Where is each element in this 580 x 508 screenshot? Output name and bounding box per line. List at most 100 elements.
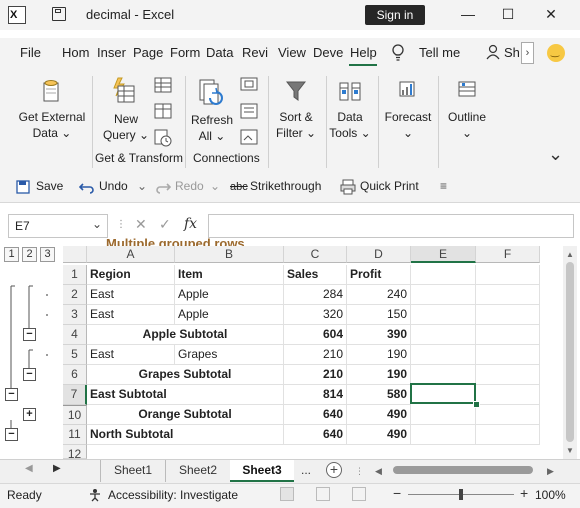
cell-d6[interactable]: 190 xyxy=(347,365,411,385)
page-layout-view-icon[interactable] xyxy=(316,487,330,501)
close-button[interactable]: ✕ xyxy=(541,4,561,24)
enter-formula-icon[interactable]: ✓ xyxy=(159,216,171,233)
cell-c1[interactable]: Sales xyxy=(284,265,347,285)
edit-links-icon[interactable] xyxy=(240,129,258,145)
cell-f10[interactable] xyxy=(476,405,540,425)
outline-level-3-button[interactable]: 3 xyxy=(40,247,55,262)
save-disk-icon[interactable] xyxy=(52,7,66,21)
save-button[interactable]: Save xyxy=(36,179,63,193)
strikethrough-button[interactable]: Strikethrough xyxy=(250,179,321,193)
cell-a10-merged[interactable]: Orange Subtotal xyxy=(87,405,284,425)
forecast-button[interactable]: Forecast ⌄ xyxy=(382,109,434,141)
collapse-group-apple-button[interactable]: − xyxy=(23,328,36,341)
accessibility-status[interactable]: Accessibility: Investigate xyxy=(108,488,238,502)
fill-handle[interactable] xyxy=(473,401,480,408)
sheet-tab-sheet2[interactable]: Sheet2 xyxy=(165,460,230,482)
tab-home[interactable]: Hom xyxy=(62,45,89,60)
undo-dropdown-chevron-icon[interactable]: ⌄ xyxy=(137,179,147,193)
sort-filter-button[interactable]: Sort & Filter ⌄ xyxy=(272,109,320,141)
tab-help[interactable]: Help xyxy=(350,45,377,60)
minimize-button[interactable]: — xyxy=(458,4,478,24)
quick-print-button[interactable]: Quick Print xyxy=(360,179,419,193)
more-sheets-button[interactable]: ... xyxy=(296,460,316,482)
properties-icon[interactable] xyxy=(240,103,258,119)
get-external-data-button[interactable]: Get External Data ⌄ xyxy=(12,109,92,141)
column-header-e[interactable]: E xyxy=(411,246,476,263)
previous-sheet-arrow-icon[interactable]: ◀ xyxy=(25,463,33,474)
cell-f5[interactable] xyxy=(476,345,540,365)
row-header-7[interactable]: 7 xyxy=(63,385,87,405)
cell-f7[interactable] xyxy=(476,385,540,405)
sheet-tab-sheet3[interactable]: Sheet3 xyxy=(230,460,294,482)
restore-button[interactable]: ☐ xyxy=(498,4,518,24)
sign-in-button[interactable]: Sign in xyxy=(365,5,425,25)
quick-print-icon[interactable] xyxy=(340,179,356,195)
column-header-c[interactable]: C xyxy=(284,246,347,263)
tab-review[interactable]: Revi xyxy=(242,45,268,60)
show-queries-icon[interactable] xyxy=(154,77,172,93)
cell-f11[interactable] xyxy=(476,425,540,445)
cell-c2[interactable]: 284 xyxy=(284,285,347,305)
tab-data[interactable]: Data xyxy=(206,45,233,60)
row-header-3[interactable]: 3 xyxy=(63,305,87,325)
share-button[interactable]: Sh xyxy=(504,45,520,60)
recent-sources-icon[interactable] xyxy=(154,129,172,147)
redo-dropdown-chevron-icon[interactable]: ⌄ xyxy=(210,179,220,193)
scroll-left-arrow-icon[interactable]: ◀ xyxy=(375,466,382,477)
cell-d1[interactable]: Profit xyxy=(347,265,411,285)
cell-d2[interactable]: 240 xyxy=(347,285,411,305)
cell-a5[interactable]: East xyxy=(87,345,175,365)
cancel-formula-icon[interactable]: ✕ xyxy=(135,216,147,233)
page-break-view-icon[interactable] xyxy=(352,487,366,501)
outline-button[interactable]: Outline ⌄ xyxy=(442,109,492,141)
cell-b1[interactable]: Item xyxy=(175,265,284,285)
cell-d11[interactable]: 490 xyxy=(347,425,411,445)
collapse-ribbon-chevron-icon[interactable]: ⌄ xyxy=(548,144,563,165)
cell-e11[interactable] xyxy=(411,425,476,445)
vertical-scroll-thumb[interactable] xyxy=(566,262,574,442)
tab-view[interactable]: View xyxy=(278,45,306,60)
tab-splitter-icon[interactable]: ⋮ xyxy=(355,466,364,477)
redo-icon[interactable] xyxy=(155,180,171,194)
row-header-10[interactable]: 10 xyxy=(63,405,87,425)
cell-c11[interactable]: 640 xyxy=(284,425,347,445)
cell-a1[interactable]: Region xyxy=(87,265,175,285)
tab-insert[interactable]: Inser xyxy=(97,45,126,60)
add-sheet-button[interactable]: + xyxy=(326,462,342,478)
active-cell-e7[interactable] xyxy=(410,383,476,404)
refresh-all-button[interactable]: Refresh All ⌄ xyxy=(188,112,236,144)
connections-icon[interactable] xyxy=(240,77,258,91)
new-query-button[interactable]: New Query ⌄ xyxy=(96,111,156,143)
collapse-group-grapes-button[interactable]: − xyxy=(23,368,36,381)
cell-b2[interactable]: Apple xyxy=(175,285,284,305)
cell-e6[interactable] xyxy=(411,365,476,385)
cell-f4[interactable] xyxy=(476,325,540,345)
cell-a6-merged[interactable]: Grapes Subtotal xyxy=(87,365,284,385)
redo-button[interactable]: Redo xyxy=(175,179,204,193)
cell-a2[interactable]: East xyxy=(87,285,175,305)
column-header-f[interactable]: F xyxy=(476,246,540,263)
cell-e2[interactable] xyxy=(411,285,476,305)
chevron-right-icon[interactable]: › xyxy=(521,42,534,64)
cell-a3[interactable]: East xyxy=(87,305,175,325)
tab-page-layout[interactable]: Page xyxy=(133,45,163,60)
cell-d10[interactable]: 490 xyxy=(347,405,411,425)
undo-icon[interactable] xyxy=(79,180,95,194)
cell-c6[interactable]: 210 xyxy=(284,365,347,385)
scroll-right-arrow-icon[interactable]: ▶ xyxy=(547,466,554,477)
scroll-down-arrow-icon[interactable]: ▼ xyxy=(566,446,574,455)
cell-f6[interactable] xyxy=(476,365,540,385)
outline-level-1-button[interactable]: 1 xyxy=(4,247,19,262)
cell-d5[interactable]: 190 xyxy=(347,345,411,365)
cell-a7[interactable]: East Subtotal xyxy=(87,385,284,405)
cell-c7[interactable]: 814 xyxy=(284,385,347,405)
row-header-5[interactable]: 5 xyxy=(63,345,87,365)
row-header-11[interactable]: 11 xyxy=(63,425,87,445)
customize-qat-icon[interactable]: ≡ xyxy=(440,179,447,193)
cell-d7[interactable]: 580 xyxy=(347,385,411,405)
cell-e3[interactable] xyxy=(411,305,476,325)
cell-b3[interactable]: Apple xyxy=(175,305,284,325)
normal-view-icon[interactable] xyxy=(280,487,294,501)
cell-a4-merged[interactable]: Apple Subtotal xyxy=(87,325,284,345)
cell-c5[interactable]: 210 xyxy=(284,345,347,365)
